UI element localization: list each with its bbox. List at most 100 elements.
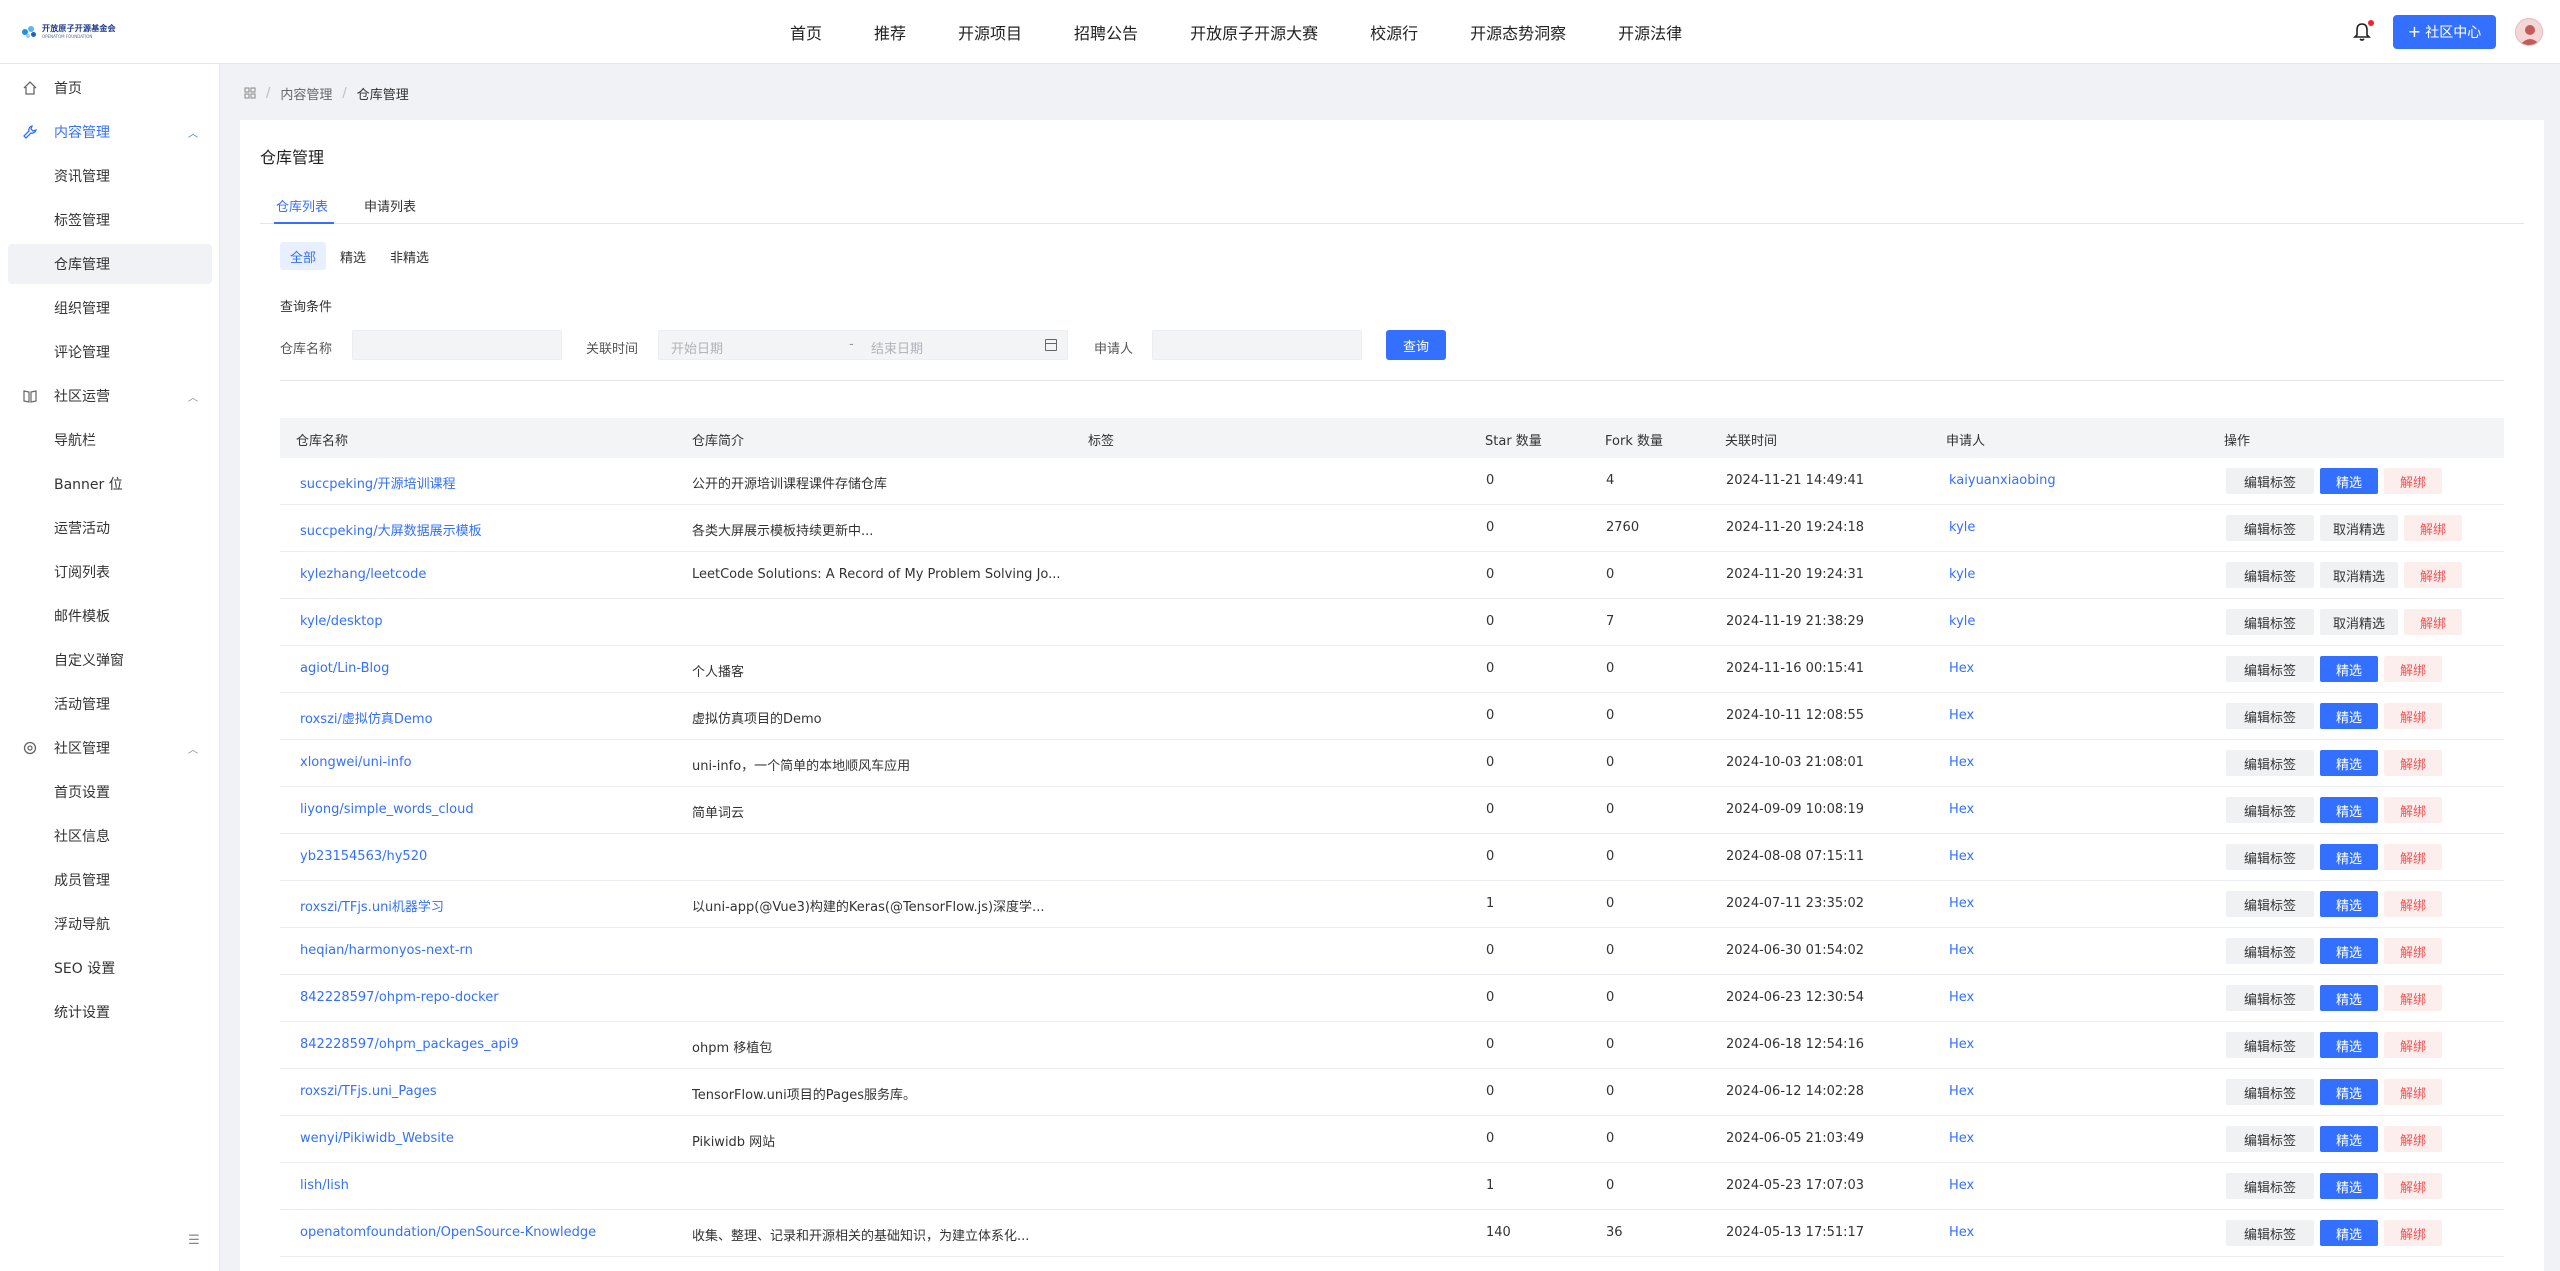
feature-button[interactable]: 精选 <box>2320 1079 2378 1105</box>
tab-application-list[interactable]: 申请列表 <box>364 196 416 215</box>
nav-campus[interactable]: 校源行 <box>1370 20 1418 44</box>
unbind-button[interactable]: 解绑 <box>2404 515 2462 541</box>
logo[interactable]: 开放原子开源基金会 OPENATOM FOUNDATION <box>20 22 116 42</box>
applicant-link[interactable]: kaiyuanxiaobing <box>1949 473 2056 488</box>
unfeature-button[interactable]: 取消精选 <box>2320 609 2398 635</box>
sidebar-item-repos[interactable]: 仓库管理 <box>8 244 212 284</box>
community-center-button[interactable]: + 社区中心 <box>2393 15 2496 49</box>
unbind-button[interactable]: 解绑 <box>2384 1220 2442 1246</box>
unbind-button[interactable]: 解绑 <box>2404 562 2462 588</box>
repo-name-link[interactable]: roxszi/TFjs.uni_Pages <box>300 1084 437 1099</box>
feature-button[interactable]: 精选 <box>2320 985 2378 1011</box>
sidebar-item-mail-templates[interactable]: 邮件模板 <box>8 596 212 636</box>
applicant-link[interactable]: Hex <box>1949 1037 1974 1052</box>
query-button[interactable]: 查询 <box>1386 330 1446 360</box>
applicant-link[interactable]: Hex <box>1949 896 1974 911</box>
edit-tags-button[interactable]: 编辑标签 <box>2226 1126 2314 1152</box>
applicant-link[interactable]: kyle <box>1949 567 1975 582</box>
edit-tags-button[interactable]: 编辑标签 <box>2226 515 2314 541</box>
repo-name-link[interactable]: liyong/simple_words_cloud <box>300 802 474 817</box>
nav-law[interactable]: 开源法律 <box>1618 20 1682 44</box>
sidebar-item-home[interactable]: 首页 <box>8 68 212 108</box>
applicant-link[interactable]: Hex <box>1949 849 1974 864</box>
unbind-button[interactable]: 解绑 <box>2384 1032 2442 1058</box>
applicant-link[interactable]: Hex <box>1949 802 1974 817</box>
sidebar-item-home-settings[interactable]: 首页设置 <box>8 772 212 812</box>
edit-tags-button[interactable]: 编辑标签 <box>2226 797 2314 823</box>
feature-button[interactable]: 精选 <box>2320 1126 2378 1152</box>
repo-name-link[interactable]: openatomfoundation/OpenSource-Knowledge <box>300 1225 596 1240</box>
unbind-button[interactable]: 解绑 <box>2384 985 2442 1011</box>
edit-tags-button[interactable]: 编辑标签 <box>2226 609 2314 635</box>
repo-name-link[interactable]: 842228597/ohpm_packages_api9 <box>300 1037 519 1052</box>
edit-tags-button[interactable]: 编辑标签 <box>2226 985 2314 1011</box>
sidebar-item-community-info[interactable]: 社区信息 <box>8 816 212 856</box>
applicant-link[interactable]: Hex <box>1949 943 1974 958</box>
sidebar-item-floating-nav[interactable]: 浮动导航 <box>8 904 212 944</box>
repo-name-link[interactable]: heqian/harmonyos-next-rn <box>300 943 473 958</box>
nav-recommend[interactable]: 推荐 <box>874 20 906 44</box>
repo-name-input[interactable] <box>352 330 562 360</box>
avatar[interactable] <box>2515 18 2543 46</box>
applicant-link[interactable]: Hex <box>1949 1131 1974 1146</box>
breadcrumb-content[interactable]: 内容管理 <box>280 84 332 103</box>
feature-button[interactable]: 精选 <box>2320 938 2378 964</box>
applicant-link[interactable]: Hex <box>1949 755 1974 770</box>
edit-tags-button[interactable]: 编辑标签 <box>2226 844 2314 870</box>
repo-name-link[interactable]: kylezhang/leetcode <box>300 567 426 582</box>
sidebar-item-tags[interactable]: 标签管理 <box>8 200 212 240</box>
sidebar-item-banner[interactable]: Banner 位 <box>8 464 212 504</box>
filter-non-featured[interactable]: 非精选 <box>380 242 439 270</box>
edit-tags-button[interactable]: 编辑标签 <box>2226 468 2314 494</box>
unbind-button[interactable]: 解绑 <box>2384 797 2442 823</box>
applicant-link[interactable]: Hex <box>1949 661 1974 676</box>
repo-name-link[interactable]: xlongwei/uni-info <box>300 755 412 770</box>
applicant-link[interactable]: Hex <box>1949 990 1974 1005</box>
nav-projects[interactable]: 开源项目 <box>958 20 1022 44</box>
feature-button[interactable]: 精选 <box>2320 656 2378 682</box>
repo-name-link[interactable]: agiot/Lin-Blog <box>300 661 389 676</box>
edit-tags-button[interactable]: 编辑标签 <box>2226 1079 2314 1105</box>
feature-button[interactable]: 精选 <box>2320 797 2378 823</box>
edit-tags-button[interactable]: 编辑标签 <box>2226 562 2314 588</box>
edit-tags-button[interactable]: 编辑标签 <box>2226 1032 2314 1058</box>
sidebar-item-seo[interactable]: SEO 设置 <box>8 948 212 988</box>
feature-button[interactable]: 精选 <box>2320 1032 2378 1058</box>
unbind-button[interactable]: 解绑 <box>2384 938 2442 964</box>
edit-tags-button[interactable]: 编辑标签 <box>2226 703 2314 729</box>
sidebar-item-navbar[interactable]: 导航栏 <box>8 420 212 460</box>
applicant-input[interactable] <box>1152 330 1362 360</box>
applicant-link[interactable]: kyle <box>1949 520 1975 535</box>
sidebar-item-members[interactable]: 成员管理 <box>8 860 212 900</box>
feature-button[interactable]: 精选 <box>2320 891 2378 917</box>
filter-all[interactable]: 全部 <box>280 242 327 270</box>
applicant-link[interactable]: Hex <box>1949 708 1974 723</box>
unbind-button[interactable]: 解绑 <box>2384 844 2442 870</box>
sidebar-group-community[interactable]: 社区管理 ︿ <box>8 728 212 768</box>
feature-button[interactable]: 精选 <box>2320 703 2378 729</box>
applicant-link[interactable]: Hex <box>1949 1225 1974 1240</box>
nav-competition[interactable]: 开放原子开源大赛 <box>1190 20 1318 44</box>
repo-name-link[interactable]: wenyi/Pikiwidb_Website <box>300 1131 454 1146</box>
sidebar-item-analytics[interactable]: 统计设置 <box>8 992 212 1032</box>
start-date-placeholder[interactable]: 开始日期 <box>671 338 723 357</box>
edit-tags-button[interactable]: 编辑标签 <box>2226 1220 2314 1246</box>
feature-button[interactable]: 精选 <box>2320 468 2378 494</box>
grid-icon[interactable] <box>244 87 256 99</box>
unbind-button[interactable]: 解绑 <box>2384 656 2442 682</box>
sidebar-item-subscriptions[interactable]: 订阅列表 <box>8 552 212 592</box>
sidebar-item-comments[interactable]: 评论管理 <box>8 332 212 372</box>
sidebar-item-custom-popup[interactable]: 自定义弹窗 <box>8 640 212 680</box>
edit-tags-button[interactable]: 编辑标签 <box>2226 750 2314 776</box>
sidebar-item-campaigns[interactable]: 运营活动 <box>8 508 212 548</box>
unbind-button[interactable]: 解绑 <box>2384 1079 2442 1105</box>
sidebar-item-events[interactable]: 活动管理 <box>8 684 212 724</box>
repo-name-link[interactable]: succpeking/大屏数据展示模板 <box>300 520 482 539</box>
edit-tags-button[interactable]: 编辑标签 <box>2226 938 2314 964</box>
feature-button[interactable]: 精选 <box>2320 844 2378 870</box>
unbind-button[interactable]: 解绑 <box>2404 609 2462 635</box>
unbind-button[interactable]: 解绑 <box>2384 1126 2442 1152</box>
applicant-link[interactable]: Hex <box>1949 1084 1974 1099</box>
nav-home[interactable]: 首页 <box>790 20 822 44</box>
repo-name-link[interactable]: kyle/desktop <box>300 614 383 629</box>
